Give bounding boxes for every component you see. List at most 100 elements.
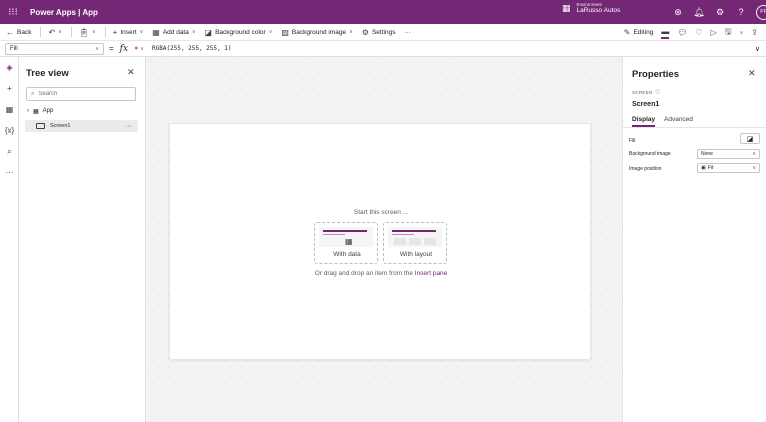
fill-color-picker[interactable]: ◪: [740, 133, 760, 144]
image-position-dropdown[interactable]: ▣ Fit ∨: [697, 163, 760, 173]
screen-icon: [36, 123, 45, 129]
data-icon[interactable]: ▦: [0, 99, 19, 120]
publish-icon[interactable]: ⇪: [751, 28, 758, 37]
settings-button[interactable]: ⚙ Settings: [362, 28, 396, 37]
play-icon[interactable]: ▷: [711, 28, 717, 37]
notifications-icon[interactable]: 🔔︎: [693, 7, 705, 18]
tree-view-title: Tree view: [26, 68, 69, 79]
chevron-down-icon: ∨: [95, 45, 99, 52]
copilot-icon[interactable]: ⊛: [672, 7, 684, 18]
background-color-button[interactable]: ◪ Background color ∨: [205, 28, 273, 37]
save-icon[interactable]: 🖫︎: [725, 26, 732, 40]
more-options-icon[interactable]: ···: [125, 123, 132, 130]
control-type: SCREEN ⓘ: [632, 89, 661, 95]
pencil-icon: ✎: [623, 28, 631, 37]
with-layout-option[interactable]: With layout: [383, 222, 447, 264]
background-image-button[interactable]: ▨ Background image ∨: [281, 28, 352, 37]
tab-display[interactable]: Display: [632, 116, 656, 127]
chevron-down-icon: ∨: [349, 29, 353, 35]
app-launcher-icon[interactable]: ⁝⁝⁝: [4, 7, 22, 18]
search-icon: ⌕: [31, 90, 35, 97]
equals-sign: =: [109, 44, 114, 53]
close-icon[interactable]: ✕: [748, 68, 756, 79]
settings-gear-icon: ⚙: [361, 27, 369, 37]
start-screen-text: Start this screen ...: [353, 209, 409, 216]
more-icon: ···: [404, 28, 411, 36]
property-dropdown[interactable]: Fill ∨: [5, 42, 104, 55]
color-picker-button[interactable]: ● ∨: [134, 45, 144, 52]
background-image-label: Background image: [291, 28, 347, 36]
table-icon: ▦: [152, 27, 160, 37]
chevron-down-icon[interactable]: ∨: [58, 29, 62, 35]
back-label: Back: [17, 28, 32, 36]
chevron-right-icon[interactable]: ›: [27, 108, 29, 114]
tree-view-icon[interactable]: ◈: [0, 57, 19, 78]
clipboard-icon: 📋︎: [78, 27, 89, 37]
divider: [104, 27, 106, 37]
app-checker-icon[interactable]: ▬: [661, 27, 670, 39]
tree-view-pane: Tree view ✕ ⌕ › ▦ App Screen1 ···: [19, 57, 146, 422]
more-icon[interactable]: ···: [0, 162, 19, 183]
image-icon: ▨: [281, 27, 289, 37]
user-avatar[interactable]: PF: [756, 4, 766, 20]
undo-button[interactable]: ↶ ∨: [48, 28, 61, 37]
editing-mode-button[interactable]: ✎ Editing: [624, 28, 654, 37]
canvas-area[interactable]: Start this screen ... ▦ With data With l…: [146, 57, 622, 422]
image-position-label: Image position: [629, 166, 662, 172]
expand-formula-icon[interactable]: ∨: [755, 45, 760, 53]
environment-picker[interactable]: ▦ Environment LaRusso Autos: [562, 2, 620, 14]
chevron-down-icon: ∨: [752, 151, 756, 157]
app-title: Power Apps | App: [30, 7, 98, 17]
more-commands-button[interactable]: ···: [404, 29, 411, 36]
close-icon[interactable]: ✕: [127, 67, 135, 78]
color-wheel-icon: ●: [134, 45, 139, 52]
chevron-down-icon[interactable]: ∨: [92, 29, 96, 35]
chevron-down-icon[interactable]: ∨: [740, 30, 744, 36]
left-rail: ◈ + ▦ {x} ⌕ ···: [0, 57, 19, 422]
search-icon[interactable]: ⌕: [0, 141, 19, 162]
tree-item-label: App: [42, 108, 54, 114]
drag-drop-hint: Or drag and drop an item from the Insert…: [314, 270, 448, 277]
property-value: Fill: [10, 45, 18, 52]
paste-button[interactable]: 📋︎ ∨: [79, 28, 96, 37]
insert-button[interactable]: + Insert ∨: [113, 28, 144, 37]
tree-item-app[interactable]: › ▦ App: [27, 105, 53, 117]
insert-label: Insert: [120, 28, 137, 36]
editing-label: Editing: [633, 29, 654, 36]
chevron-down-icon: ∨: [268, 29, 273, 35]
tree-search-box[interactable]: ⌕: [26, 87, 136, 101]
with-layout-thumbnail: [388, 227, 442, 247]
undo-icon: ↶: [48, 27, 56, 37]
chevron-down-icon: ∨: [139, 29, 144, 35]
background-image-label: Background image: [629, 151, 671, 157]
with-data-label: With data: [333, 251, 361, 258]
insert-pane-link[interactable]: Insert pane: [415, 270, 448, 277]
with-layout-label: With layout: [399, 251, 433, 258]
chevron-down-icon: ∨: [191, 29, 196, 35]
selected-control-name: Screen1: [632, 101, 660, 108]
fit-icon: ▣: [701, 165, 706, 171]
help-icon[interactable]: ⓘ: [656, 89, 661, 95]
formula-input[interactable]: RGBA(255, 255, 255, 1): [152, 45, 231, 52]
add-data-label: Add data: [162, 28, 189, 36]
fx-icon: fx: [119, 43, 129, 54]
settings-gear-icon[interactable]: ⚙: [714, 7, 726, 18]
comments-icon[interactable]: 💬︎: [677, 28, 687, 37]
add-data-button[interactable]: ▦ Add data ∨: [152, 28, 195, 37]
paint-bucket-icon: ◪: [204, 27, 213, 37]
tree-item-screen1[interactable]: Screen1 ···: [25, 120, 138, 132]
insert-icon[interactable]: +: [0, 78, 19, 99]
tab-advanced[interactable]: Advanced: [664, 116, 693, 123]
screen-canvas[interactable]: Start this screen ... ▦ With data With l…: [169, 123, 591, 360]
title-bar: ⁝⁝⁝ Power Apps | App ▦ Environment LaRus…: [0, 0, 766, 24]
health-icon[interactable]: ♡: [695, 28, 702, 37]
app-icon: ▦: [33, 108, 39, 115]
environment-icon: ▦: [562, 3, 571, 13]
properties-title: Properties: [632, 69, 679, 80]
search-input[interactable]: [38, 91, 129, 97]
background-image-dropdown[interactable]: None ∨: [697, 149, 760, 159]
with-data-option[interactable]: ▦ With data: [314, 222, 378, 264]
help-icon[interactable]: ?: [735, 7, 747, 17]
variables-icon[interactable]: {x}: [0, 120, 19, 141]
back-button[interactable]: ← Back: [6, 28, 31, 37]
